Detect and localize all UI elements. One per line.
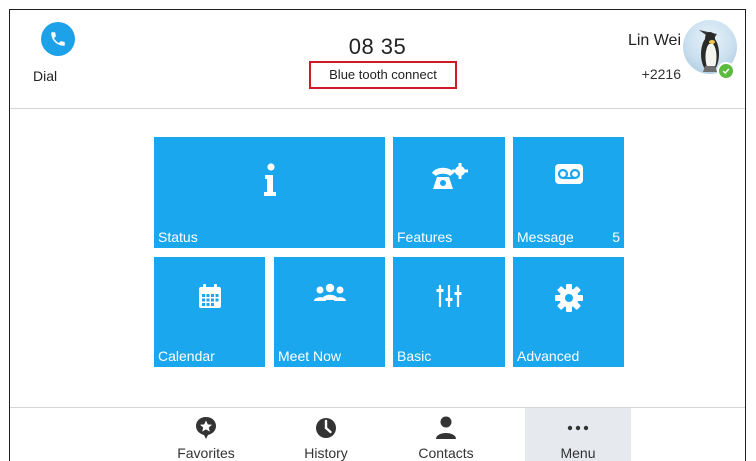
tile-label: Message [517,229,574,245]
people-icon [274,283,385,305]
person-icon [393,413,499,443]
info-icon [154,163,385,197]
tile-message[interactable]: Message 5 [513,137,624,248]
bottom-navigation: Favorites History Contacts Menu [10,407,745,461]
more-icon [525,413,631,443]
phone-screen: Dial 08 35 Blue tooth connect Lin Wei +2… [9,9,746,461]
tile-meet-now[interactable]: Meet Now [274,257,385,367]
tile-basic[interactable]: Basic [393,257,505,367]
nav-history[interactable]: History [273,408,379,461]
phone-gear-icon [393,163,505,191]
nav-favorites[interactable]: Favorites [153,408,259,461]
tile-advanced[interactable]: Advanced [513,257,624,367]
dial-label: Dial [33,68,58,84]
gear-icon [513,283,624,313]
tile-label: Basic [397,348,432,364]
tile-label: Status [158,229,198,245]
nav-menu[interactable]: Menu [525,408,631,461]
status-bar: Dial 08 35 Blue tooth connect Lin Wei +2… [10,10,745,109]
tile-status[interactable]: Status [154,137,385,248]
sliders-icon [393,283,505,309]
tile-features[interactable]: Features [393,137,505,248]
presence-online-icon [717,62,735,80]
bluetooth-status-text: Blue tooth connect [309,61,457,89]
tile-label: Advanced [517,348,580,364]
tile-calendar[interactable]: Calendar [154,257,265,367]
clock-icon [273,413,379,443]
user-name: Lin Wei [627,32,681,49]
voicemail-icon [513,163,624,185]
tile-label: Meet Now [278,348,342,364]
message-count-badge: 5 [612,229,620,245]
user-extension: +2216 [641,66,681,82]
tile-label: Calendar [158,348,215,364]
star-badge-icon [153,413,259,443]
nav-contacts[interactable]: Contacts [393,408,499,461]
calendar-icon [154,283,265,309]
tile-label: Features [397,229,453,245]
